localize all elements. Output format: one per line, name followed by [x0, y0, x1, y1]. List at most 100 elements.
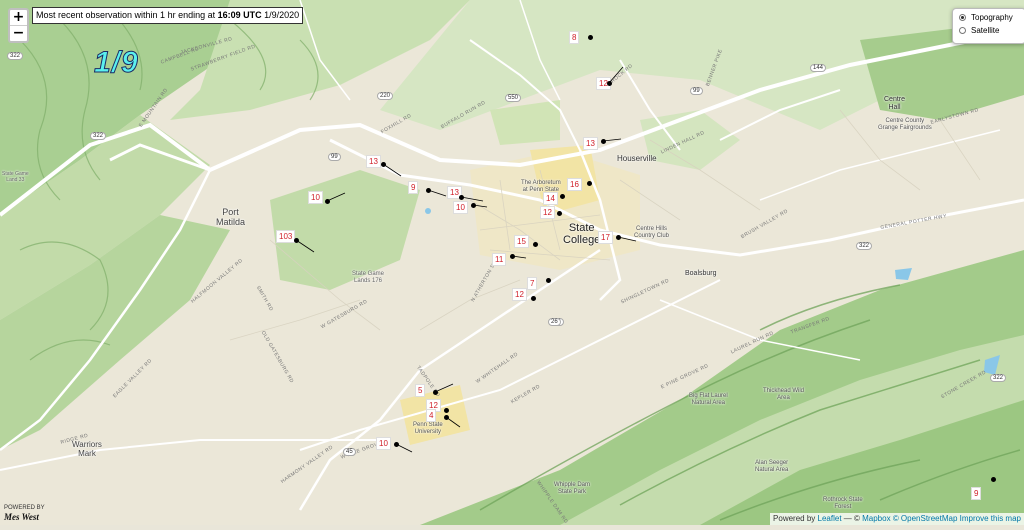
zoom-control: + −	[8, 8, 29, 43]
place-name-line2: Mark	[78, 449, 96, 458]
station-dot[interactable]	[509, 253, 515, 259]
route-shield: 99	[328, 153, 341, 161]
station-temp-label[interactable]: 8	[569, 31, 580, 44]
place-name-line2: Country Club	[634, 233, 670, 239]
station-dot[interactable]	[458, 194, 464, 200]
place-label: Port Matilda	[216, 207, 245, 227]
place-name: State Game	[352, 271, 385, 277]
place-name: Whipple Dam	[554, 482, 591, 488]
leaflet-link[interactable]: Leaflet	[818, 514, 842, 523]
osm-link[interactable]: © OpenStreetMap	[893, 514, 958, 523]
route-shield: 322	[990, 374, 1007, 382]
obs-date: 1/9/2020	[264, 10, 300, 20]
place-label: State Game Lands 176	[352, 271, 384, 285]
place-label: Warriors Mark	[72, 440, 102, 458]
place-label: Boalsburg	[685, 270, 717, 278]
route-shield: 322	[7, 52, 24, 60]
route-shield: 322	[90, 132, 107, 140]
place-name: Rothrock State	[823, 497, 863, 503]
station-temp-label[interactable]: 12	[512, 288, 527, 301]
zoom-out-button[interactable]: −	[10, 25, 27, 41]
layer-option-satellite[interactable]: Satellite	[959, 24, 1024, 37]
attrib-sep: — ©	[841, 514, 863, 523]
layer-label-topography: Topography	[971, 13, 1013, 22]
obs-time: 16:09 UTC	[217, 10, 262, 20]
place-name-line2: Hall	[888, 104, 901, 111]
station-dot[interactable]	[432, 389, 438, 395]
layer-label-satellite: Satellite	[971, 26, 1000, 35]
place-name: The Arboretum	[521, 180, 561, 186]
place-name: State	[568, 222, 595, 234]
place-label: Thickhead Wild Area	[763, 388, 804, 402]
place-name: Boalsburg	[685, 270, 717, 277]
obs-prefix: Most recent observation within 1 hr endi…	[36, 10, 218, 20]
place-name-line2: Area	[777, 395, 790, 401]
station-temp-label[interactable]: 7	[527, 277, 538, 290]
station-dot[interactable]	[600, 138, 606, 144]
improve-map-link[interactable]: Improve this map	[960, 514, 1021, 523]
station-dot[interactable]	[443, 407, 449, 413]
station-dot[interactable]	[586, 180, 592, 186]
route-shield: 322	[856, 242, 873, 250]
place-label: Whipple Dam State Park	[554, 482, 590, 496]
mapbox-link[interactable]: Mapbox	[862, 514, 890, 523]
place-name-line2: College	[563, 234, 601, 246]
place-label: State Game Land 33	[2, 171, 29, 183]
station-temp-label[interactable]: 16	[567, 178, 582, 191]
place-name: Centre Hills	[636, 226, 668, 232]
date-overlay: 1/9	[94, 46, 139, 80]
station-temp-label[interactable]: 9	[971, 487, 982, 500]
place-name: Centre	[884, 96, 906, 103]
zoom-in-button[interactable]: +	[10, 10, 27, 25]
radio-topography[interactable]	[959, 14, 966, 21]
place-name: Big Flat Laurel	[689, 393, 728, 399]
place-label: Centre Hall	[884, 96, 905, 112]
station-dot[interactable]	[425, 187, 431, 193]
place-name: Port	[222, 207, 239, 217]
place-name-line2: Natural Area	[691, 400, 726, 406]
station-dot[interactable]	[615, 234, 621, 240]
station-dot[interactable]	[470, 202, 476, 208]
station-dot[interactable]	[606, 80, 612, 86]
station-dot[interactable]	[532, 241, 538, 247]
station-temp-label[interactable]: 12	[540, 206, 555, 219]
station-dot[interactable]	[393, 441, 399, 447]
powered-by-logo: POWERED BY Mes West	[4, 505, 45, 522]
station-dot[interactable]	[443, 414, 449, 420]
place-label: Centre Hills Country Club	[634, 226, 669, 240]
place-name-line2: Lands 176	[353, 278, 383, 284]
station-dot[interactable]	[990, 476, 996, 482]
station-dot[interactable]	[587, 34, 593, 40]
radio-satellite[interactable]	[959, 27, 966, 34]
layer-switcher: Topography Satellite	[952, 8, 1024, 44]
station-temp-label[interactable]: 14	[543, 192, 558, 205]
place-name-line2: Land 33	[6, 177, 25, 183]
powered-text: POWERED BY	[4, 505, 45, 511]
place-label: Big Flat Laurel Natural Area	[689, 393, 728, 407]
station-dot[interactable]	[545, 277, 551, 283]
layer-option-topography[interactable]: Topography	[959, 11, 1024, 24]
map-canvas[interactable]: 322550992202645144322322264599322 E MOUN…	[0, 0, 1024, 525]
place-label: Alan Seeger Natural Area	[755, 460, 788, 474]
place-name-line2: State Park	[558, 489, 587, 495]
station-dot[interactable]	[559, 193, 565, 199]
route-shield: 99	[690, 87, 703, 95]
route-shield: 550	[505, 94, 522, 102]
station-dot[interactable]	[530, 295, 536, 301]
observation-window-label: Most recent observation within 1 hr endi…	[32, 7, 304, 24]
attribution-bar: Powered by Leaflet — © Mapbox © OpenStre…	[770, 513, 1024, 525]
place-name: Alan Seeger	[755, 460, 789, 466]
place-name: Centre County	[885, 118, 925, 124]
place-name-line2: Forest	[834, 504, 852, 510]
station-dot[interactable]	[293, 237, 299, 243]
place-label: Centre County Grange Fairgrounds	[878, 118, 932, 132]
station-dot[interactable]	[324, 198, 330, 204]
place-label: State College	[563, 222, 600, 246]
route-shield: 26	[548, 318, 561, 326]
station-dot[interactable]	[380, 161, 386, 167]
route-shield: 45	[343, 448, 356, 456]
place-name-line2: Matilda	[216, 217, 246, 227]
station-dot[interactable]	[556, 210, 562, 216]
place-name: Warriors	[72, 440, 102, 449]
place-name-line2: Grange Fairgrounds	[878, 125, 932, 131]
